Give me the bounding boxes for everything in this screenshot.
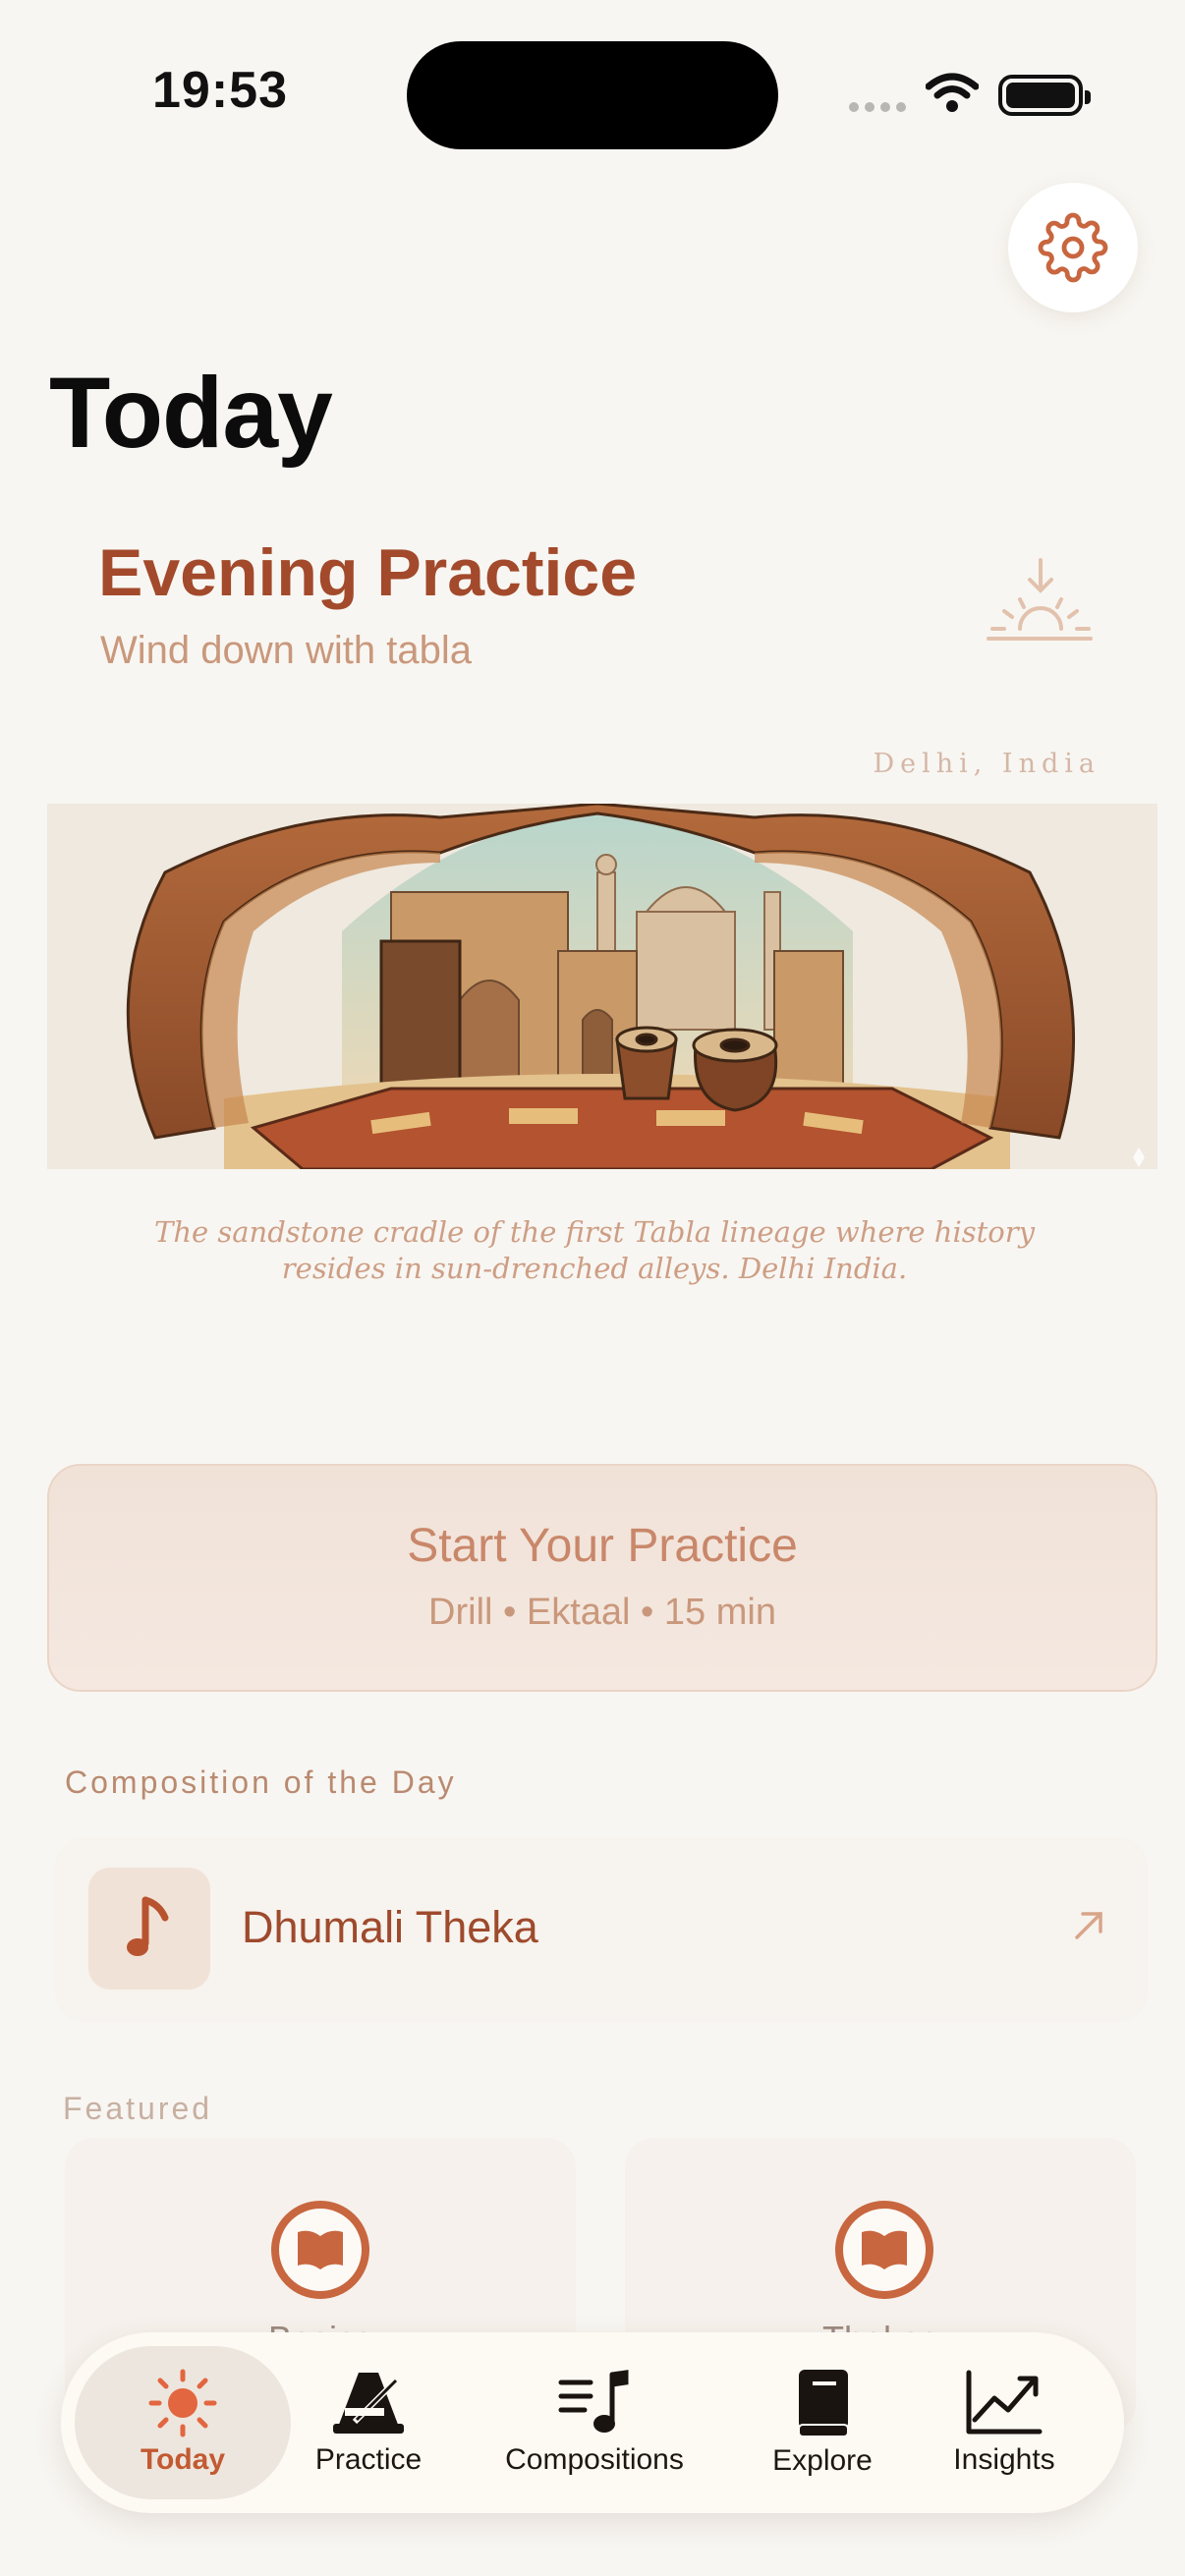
composition-of-day-heading: Composition of the Day (65, 1764, 457, 1800)
tab-bar: Today Practice Compositions Explore Insi… (61, 2332, 1124, 2513)
wifi-icon (925, 73, 980, 119)
dynamic-island (407, 41, 778, 149)
featured-heading: Featured (63, 2091, 213, 2126)
battery-icon (998, 75, 1091, 116)
tab-practice[interactable]: Practice (305, 2346, 432, 2499)
hero-illustration (47, 804, 1157, 1169)
sunset-icon (987, 556, 1095, 649)
start-practice-meta: Drill • Ektaal • 15 min (428, 1592, 776, 1633)
tab-label: Insights (953, 2443, 1055, 2476)
tab-insights[interactable]: Insights (926, 2346, 1083, 2499)
chart-icon (966, 2370, 1043, 2435)
music-list-icon (558, 2370, 629, 2433)
start-practice-button[interactable]: Start Your Practice Drill • Ektaal • 15 … (47, 1464, 1157, 1692)
tab-explore[interactable]: Explore (749, 2346, 896, 2499)
start-practice-title: Start Your Practice (407, 1520, 798, 1572)
arrow-up-right-icon (1069, 1906, 1108, 1950)
book-open-icon (271, 2201, 369, 2299)
tab-compositions[interactable]: Compositions (472, 2346, 717, 2499)
composition-of-day-card[interactable]: Dhumali Theka (55, 1837, 1148, 2022)
music-note-icon (88, 1868, 210, 1989)
tab-label: Explore (772, 2444, 873, 2477)
tab-today[interactable]: Today (75, 2346, 291, 2499)
sun-icon (148, 2369, 217, 2437)
location-label: Delhi, India (873, 749, 1100, 779)
session-subtitle: Wind down with tabla (100, 629, 472, 672)
status-time: 19:53 (152, 62, 288, 119)
gear-icon (1038, 212, 1108, 283)
session-title: Evening Practice (98, 535, 638, 610)
tab-label: Today (140, 2443, 226, 2476)
book-icon (798, 2370, 849, 2437)
cellular-signal-icon (849, 102, 908, 116)
composition-name: Dhumali Theka (242, 1902, 538, 1952)
hero-caption: The sandstone cradle of the first Tabla … (153, 1215, 1035, 1285)
book-open-icon (835, 2201, 933, 2299)
metronome-icon (333, 2373, 404, 2434)
settings-button[interactable] (1008, 183, 1138, 312)
page-title: Today (49, 357, 333, 469)
tab-label: Compositions (505, 2443, 684, 2476)
tab-label: Practice (314, 2443, 423, 2476)
